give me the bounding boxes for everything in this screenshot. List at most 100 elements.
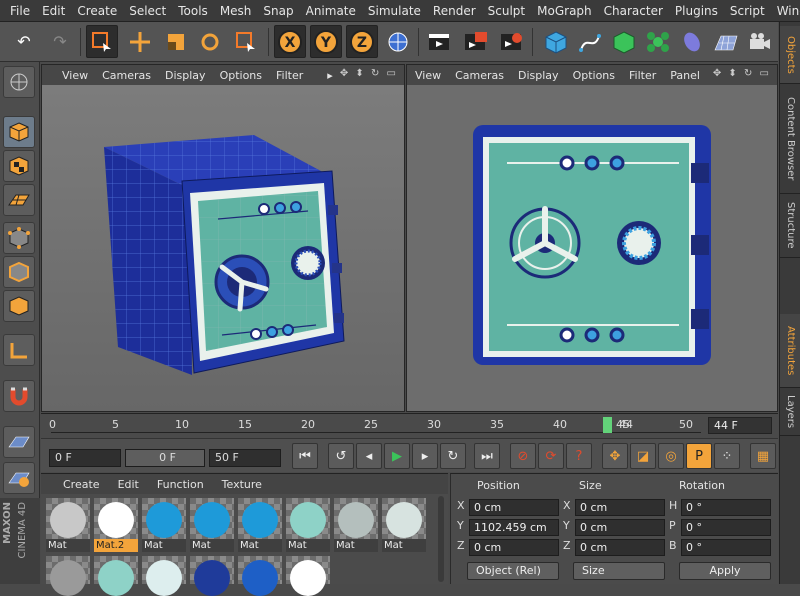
material-swatch[interactable] <box>94 556 138 596</box>
snapping-icon[interactable] <box>3 380 35 412</box>
coordinate-mode-dropdown[interactable]: Object (Rel) <box>467 562 559 580</box>
size-mode-dropdown[interactable]: Size <box>573 562 665 580</box>
front-viewport[interactable]: View Cameras Display Options Filter Pane… <box>406 64 778 412</box>
material-scrollbar[interactable] <box>438 496 444 582</box>
viewport-nav-icons[interactable]: ✥ ⬍ ↻ ▭ <box>713 68 771 79</box>
vp1-menu-cameras[interactable]: Cameras <box>102 69 151 82</box>
apply-button[interactable]: Apply <box>679 562 771 580</box>
vp2-menu-cameras[interactable]: Cameras <box>455 69 504 82</box>
deformer-icon[interactable] <box>676 25 708 58</box>
undo-icon[interactable]: ↶ <box>8 25 40 58</box>
rotation-field[interactable]: 0 ° <box>681 499 771 516</box>
material-swatch[interactable]: Mat <box>286 498 330 552</box>
render-settings-icon[interactable] <box>496 25 528 58</box>
vp2-menu-display[interactable]: Display <box>518 69 559 82</box>
vp2-menu-options[interactable]: Options <box>573 69 615 82</box>
vp2-menu-filter[interactable]: Filter <box>629 69 656 82</box>
material-swatch[interactable]: Mat <box>190 498 234 552</box>
vp1-menu-view[interactable]: View <box>62 69 88 82</box>
mat-menu-function[interactable]: Function <box>157 478 204 491</box>
material-swatch[interactable] <box>190 556 234 596</box>
previous-key-icon[interactable]: ↺ <box>328 443 354 469</box>
workplane-lock-icon[interactable] <box>3 426 35 458</box>
material-swatch[interactable] <box>142 556 186 596</box>
points-mode-icon[interactable] <box>3 222 35 254</box>
menu-character[interactable]: Character <box>598 4 669 18</box>
keyframe-selection-icon[interactable]: ? <box>566 443 592 469</box>
camera-icon[interactable] <box>744 25 776 58</box>
menu-sculpt[interactable]: Sculpt <box>482 4 531 18</box>
menu-render[interactable]: Render <box>427 4 482 18</box>
menu-script[interactable]: Script <box>724 4 771 18</box>
tab-attributes[interactable]: Attributes <box>780 314 800 388</box>
spline-pen-icon[interactable] <box>574 25 606 58</box>
render-view-icon[interactable] <box>424 25 456 58</box>
coordinate-system-icon[interactable] <box>382 25 414 58</box>
key-parameter-icon[interactable]: P <box>686 443 712 469</box>
material-swatch[interactable]: Mat <box>382 498 426 552</box>
menu-mesh[interactable]: Mesh <box>214 4 258 18</box>
position-field[interactable]: 0 cm <box>469 499 559 516</box>
material-swatch[interactable]: Mat <box>334 498 378 552</box>
vp2-menu-panel[interactable]: Panel <box>670 69 700 82</box>
mat-menu-texture[interactable]: Texture <box>222 478 262 491</box>
floor-icon[interactable] <box>710 25 742 58</box>
viewport-nav-icons[interactable]: ✥ ⬍ ↻ ▭ <box>340 68 398 79</box>
tab-objects[interactable]: Objects <box>780 26 800 84</box>
autokey-icon[interactable]: ⟳ <box>538 443 564 469</box>
rotation-field[interactable]: 0 ° <box>681 519 771 536</box>
key-position-icon[interactable]: ✥ <box>602 443 628 469</box>
x-axis-icon[interactable]: X <box>274 25 306 58</box>
menu-edit[interactable]: Edit <box>36 4 71 18</box>
recent-tools-icon[interactable] <box>230 25 262 58</box>
timeline-ruler[interactable]: 0 5 10 15 20 25 30 35 40 45 50 44 44 F <box>41 413 778 437</box>
menu-tools[interactable]: Tools <box>172 4 214 18</box>
cloner-icon[interactable] <box>642 25 674 58</box>
menu-window[interactable]: Window <box>771 4 800 18</box>
material-swatch[interactable] <box>46 556 90 596</box>
tab-structure[interactable]: Structure <box>780 194 800 258</box>
current-frame-field[interactable]: 44 F <box>708 417 772 434</box>
edges-mode-icon[interactable] <box>3 256 35 288</box>
live-selection-icon[interactable] <box>86 25 118 58</box>
perspective-viewport[interactable]: View Cameras Display Options Filter ▸ ✥ … <box>41 64 405 412</box>
menu-mograph[interactable]: MoGraph <box>531 4 598 18</box>
material-swatch[interactable] <box>238 556 282 596</box>
material-swatch[interactable]: Mat <box>46 498 90 552</box>
vp2-menu-view[interactable]: View <box>415 69 441 82</box>
model-mode-icon[interactable] <box>3 116 35 148</box>
menu-snap[interactable]: Snap <box>257 4 299 18</box>
move-icon[interactable] <box>124 25 156 58</box>
tab-content-browser[interactable]: Content Browser <box>780 84 800 194</box>
position-field[interactable]: 1102.459 cm <box>469 519 559 536</box>
next-key-icon[interactable]: ↻ <box>440 443 466 469</box>
key-point-level-icon[interactable]: ⁘ <box>714 443 740 469</box>
material-swatch[interactable] <box>286 556 330 596</box>
workplane-mode-icon[interactable] <box>3 184 35 216</box>
size-field[interactable]: 0 cm <box>575 499 665 516</box>
render-region-icon[interactable] <box>460 25 492 58</box>
make-editable-icon[interactable] <box>3 66 35 98</box>
timeline-playhead[interactable] <box>603 417 613 433</box>
go-to-start-icon[interactable]: ⏮ <box>292 443 318 469</box>
scale-icon[interactable] <box>160 25 192 58</box>
tab-layers[interactable]: Layers <box>780 388 800 436</box>
previous-frame-icon[interactable]: ◂ <box>356 443 382 469</box>
end-frame-field[interactable]: 50 F <box>209 449 281 467</box>
axis-mode-icon[interactable] <box>3 334 35 366</box>
record-keys-icon[interactable]: ⊘ <box>510 443 536 469</box>
y-axis-icon[interactable]: Y <box>310 25 342 58</box>
polygons-mode-icon[interactable] <box>3 290 35 322</box>
vp1-menu-options[interactable]: Options <box>220 69 262 82</box>
rotation-field[interactable]: 0 ° <box>681 539 771 556</box>
rotate-icon[interactable] <box>194 25 226 58</box>
menu-select[interactable]: Select <box>123 4 172 18</box>
viewport-canvas[interactable] <box>42 85 404 411</box>
key-scale-icon[interactable]: ◪ <box>630 443 656 469</box>
solo-icon[interactable] <box>3 462 35 494</box>
mat-menu-edit[interactable]: Edit <box>118 478 139 491</box>
material-swatch[interactable]: Mat.2 <box>94 498 138 552</box>
vp1-menu-display[interactable]: Display <box>165 69 206 82</box>
z-axis-icon[interactable]: Z <box>346 25 378 58</box>
viewport-canvas[interactable] <box>407 85 777 411</box>
